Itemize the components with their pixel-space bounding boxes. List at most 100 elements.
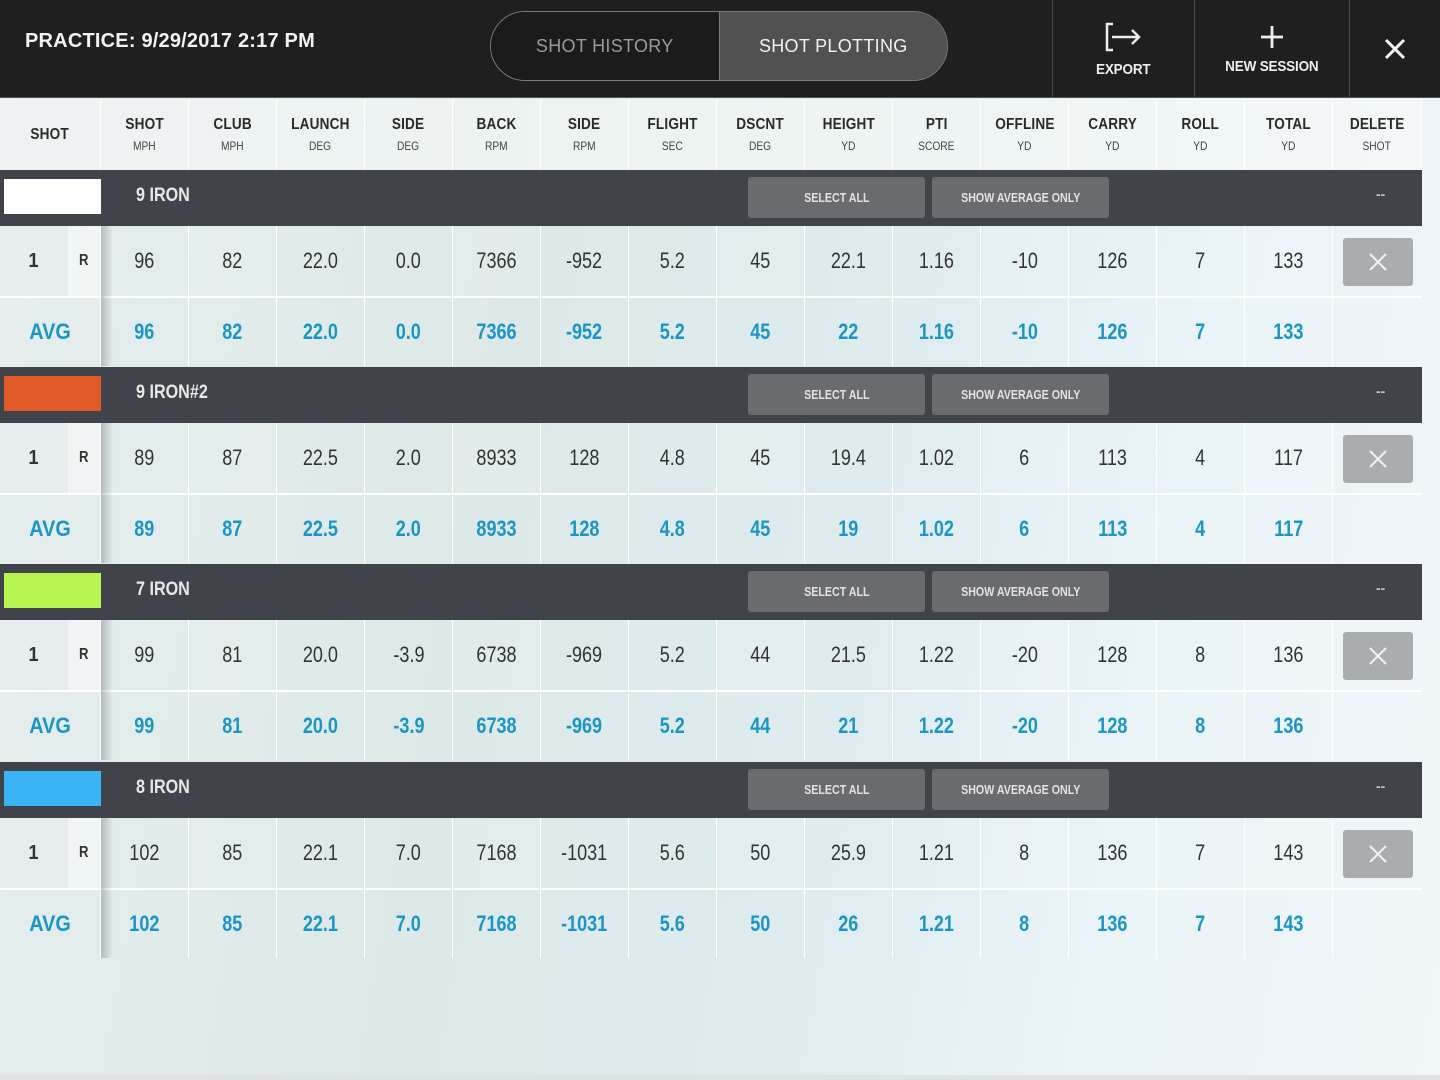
column-unit: SHOT xyxy=(1362,139,1392,153)
group-delete-placeholder: -- xyxy=(1376,383,1386,399)
shot-row[interactable]: 1 R 99 81 20.0 -3.9 6738 -969 5.2 44 21.5 1.22 -20 1… xyxy=(0,620,1422,690)
select-all-button[interactable]: SELECT ALL xyxy=(748,374,925,415)
show-average-only-label: SHOW AVERAGE ONLY xyxy=(960,782,1081,797)
column-header-delete: DELETE SHOT xyxy=(1333,99,1422,170)
cell-flight-time: 5.2 xyxy=(629,620,717,690)
column-title: TOTAL xyxy=(1266,116,1311,133)
cell-pti-score: 1.22 xyxy=(893,620,981,690)
club-group: 9 IRON#2 SELECT ALL SHOW AVERAGE ONLY --… xyxy=(0,367,1422,563)
column-header-flight-time: FLIGHT SEC xyxy=(629,99,717,170)
shot-row[interactable]: 1 R 102 85 22.1 7.0 7168 -1031 5.6 50 25.9 1.21 8 13… xyxy=(0,818,1422,888)
delete-shot-button[interactable] xyxy=(1343,632,1413,680)
select-all-label: SELECT ALL xyxy=(803,387,870,402)
club-color-swatch[interactable] xyxy=(4,376,101,411)
cell-back-spin: 8933 xyxy=(453,423,541,493)
column-title: FLIGHT xyxy=(647,116,698,133)
cell-height: 25.9 xyxy=(805,818,893,888)
cell-flight-time: 4.8 xyxy=(629,423,717,493)
cell-side-spin: -1031 xyxy=(541,818,629,888)
cell-roll: 7 xyxy=(1157,226,1245,296)
avg-cell-descent-angle: 45 xyxy=(717,298,805,366)
shot-row[interactable]: 1 R 89 87 22.5 2.0 8933 128 4.8 45 19.4 1.02 6 113 4 1… xyxy=(0,423,1422,493)
column-header-roll: ROLL YD xyxy=(1157,99,1245,170)
column-unit: RPM xyxy=(485,139,508,153)
export-button[interactable]: EXPORT xyxy=(1052,0,1194,98)
avg-cell-offline: 8 xyxy=(981,890,1069,958)
shot-number: 1 xyxy=(0,423,68,493)
column-unit: SEC xyxy=(662,139,683,153)
avg-cell-offline: -10 xyxy=(981,298,1069,366)
delete-shot-button[interactable] xyxy=(1343,830,1413,878)
cell-launch-angle: 22.1 xyxy=(277,818,365,888)
average-row: AVG 99 81 20.0 -3.9 6738 -969 5.2 44 21 1.22 -20 128… xyxy=(0,690,1422,760)
select-all-label: SELECT ALL xyxy=(803,584,870,599)
avg-cell-launch-angle: 20.0 xyxy=(277,692,365,760)
avg-cell-roll: 7 xyxy=(1157,890,1245,958)
column-unit: DEG xyxy=(309,139,332,153)
new-session-button[interactable]: NEW SESSION xyxy=(1194,0,1349,98)
select-all-button[interactable]: SELECT ALL xyxy=(748,571,925,612)
column-unit: MPH xyxy=(221,139,244,153)
column-header-side-spin: SIDE RPM xyxy=(541,99,629,170)
shot-handedness: R xyxy=(68,423,101,493)
cell-side-angle: 2.0 xyxy=(365,423,453,493)
show-average-only-button[interactable]: SHOW AVERAGE ONLY xyxy=(932,374,1109,415)
column-title: ROLL xyxy=(1181,116,1220,133)
cell-flight-time: 5.6 xyxy=(629,818,717,888)
avg-cell-side-angle: 7.0 xyxy=(365,890,453,958)
tab-shot-history[interactable]: SHOT HISTORY xyxy=(491,12,719,80)
avg-cell-shot-speed: 99 xyxy=(101,692,189,760)
show-average-only-button[interactable]: SHOW AVERAGE ONLY xyxy=(932,177,1109,218)
cell-launch-angle: 22.5 xyxy=(277,423,365,493)
delete-shot-button[interactable] xyxy=(1343,238,1413,286)
column-unit: YD xyxy=(1105,139,1120,153)
avg-cell-club-speed: 82 xyxy=(189,298,277,366)
tab-shot-plotting[interactable]: SHOT PLOTTING xyxy=(718,12,947,80)
avg-cell-offline: -20 xyxy=(981,692,1069,760)
column-header-pti-score: PTI SCORE xyxy=(893,99,981,170)
avg-cell-back-spin: 6738 xyxy=(453,692,541,760)
cell-club-speed: 85 xyxy=(189,818,277,888)
export-icon xyxy=(1105,22,1141,51)
select-all-button[interactable]: SELECT ALL xyxy=(748,177,925,218)
delete-shot-button[interactable] xyxy=(1343,435,1413,483)
avg-cell-back-spin: 7168 xyxy=(453,890,541,958)
avg-cell-height: 21 xyxy=(805,692,893,760)
cell-launch-angle: 20.0 xyxy=(277,620,365,690)
show-average-only-button[interactable]: SHOW AVERAGE ONLY xyxy=(932,769,1109,810)
column-title: SHOT xyxy=(125,116,164,133)
club-name: 7 IRON xyxy=(136,579,190,600)
column-title: CARRY xyxy=(1088,116,1137,133)
avg-cell-club-speed: 87 xyxy=(189,495,277,563)
club-color-swatch[interactable] xyxy=(4,771,101,806)
cell-offline: -10 xyxy=(981,226,1069,296)
column-header-total: TOTAL YD xyxy=(1245,99,1333,170)
avg-cell-flight-time: 5.2 xyxy=(629,298,717,366)
avg-cell-flight-time: 5.6 xyxy=(629,890,717,958)
club-group-header: 9 IRON#2 SELECT ALL SHOW AVERAGE ONLY -- xyxy=(0,367,1422,423)
avg-cell-side-angle: -3.9 xyxy=(365,692,453,760)
avg-cell-launch-angle: 22.1 xyxy=(277,890,365,958)
avg-cell-roll: 4 xyxy=(1157,495,1245,563)
cell-roll: 7 xyxy=(1157,818,1245,888)
avg-cell-height: 19 xyxy=(805,495,893,563)
avg-cell-roll: 8 xyxy=(1157,692,1245,760)
shot-row[interactable]: 1 R 96 82 22.0 0.0 7366 -952 5.2 45 22.1 1.16 -10 12… xyxy=(0,226,1422,296)
show-average-only-button[interactable]: SHOW AVERAGE ONLY xyxy=(932,571,1109,612)
plus-icon xyxy=(1261,25,1283,48)
avg-cell-side-angle: 0.0 xyxy=(365,298,453,366)
column-unit: YD xyxy=(1281,139,1296,153)
close-button[interactable] xyxy=(1349,0,1440,98)
close-icon xyxy=(1369,450,1387,468)
cell-offline: 8 xyxy=(981,818,1069,888)
select-all-button[interactable]: SELECT ALL xyxy=(748,769,925,810)
cell-pti-score: 1.21 xyxy=(893,818,981,888)
avg-cell-carry: 136 xyxy=(1069,890,1157,958)
avg-cell-flight-time: 5.2 xyxy=(629,692,717,760)
cell-carry: 113 xyxy=(1069,423,1157,493)
club-color-swatch[interactable] xyxy=(4,573,101,608)
column-title: LAUNCH xyxy=(291,116,350,133)
avg-cell-side-spin: -969 xyxy=(541,692,629,760)
club-color-swatch[interactable] xyxy=(4,179,101,214)
avg-cell-back-spin: 7366 xyxy=(453,298,541,366)
